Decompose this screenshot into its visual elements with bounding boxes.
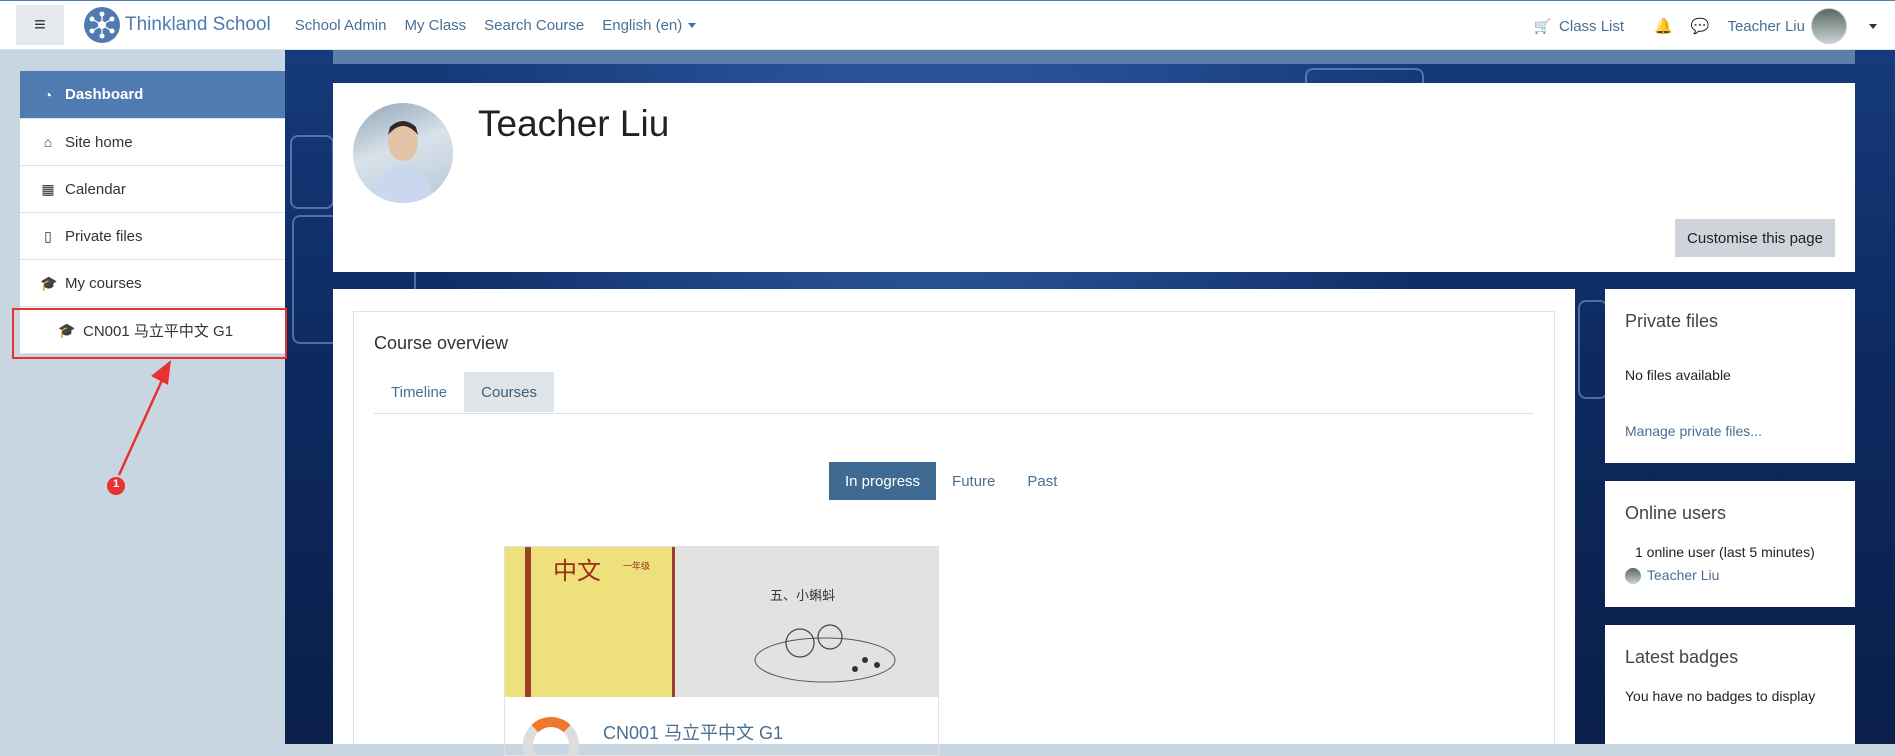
filter-past[interactable]: Past xyxy=(1011,462,1073,500)
site-logo-icon xyxy=(84,7,120,43)
course-image[interactable]: 中文 一年级 五、小蝌蚪 xyxy=(505,547,938,697)
user-menu-chevron-down-icon[interactable] xyxy=(1869,23,1877,29)
manage-private-files-link[interactable]: Manage private files... xyxy=(1625,423,1762,439)
user-menu-name[interactable]: Teacher Liu xyxy=(1727,18,1805,35)
user-avatar xyxy=(1625,568,1641,585)
book-cover-title: 中文 xyxy=(553,557,601,585)
drawer-item-private-files[interactable]: ▯ Private files xyxy=(20,213,285,260)
course-card[interactable]: 中文 一年级 五、小蝌蚪 CN001 马立平中文 G1 xyxy=(504,546,939,756)
drawer-item-calendar[interactable]: ▦ Calendar xyxy=(20,166,285,213)
chevron-down-icon xyxy=(688,23,697,29)
online-user-link[interactable]: Teacher Liu xyxy=(1625,567,1720,585)
class-list-label: Class List xyxy=(1559,17,1625,35)
profile-picture xyxy=(353,103,453,203)
nav-link-search-course[interactable]: Search Course xyxy=(484,17,584,34)
primary-navigation: School Admin My Class Search Course Engl… xyxy=(295,17,715,34)
site-name: Thinkland School xyxy=(125,14,271,35)
banner-strip xyxy=(333,50,1855,64)
drawer-item-label: Calendar xyxy=(65,180,126,198)
book-page-heading: 五、小蝌蚪 xyxy=(770,589,836,604)
online-users-summary: 1 online user (last 5 minutes) xyxy=(1635,544,1815,560)
block-title: Online users xyxy=(1625,503,1727,523)
overview-tabs: Timeline Courses xyxy=(374,372,1534,414)
user-avatar[interactable] xyxy=(1811,8,1847,44)
no-files-text: No files available xyxy=(1625,367,1731,383)
file-icon: ▯ xyxy=(44,227,52,244)
user-navigation: 🛒 Class List 🔔 💬 Teacher Liu xyxy=(1534,1,1895,51)
main-region: Course overview Timeline Courses In prog… xyxy=(333,289,1575,756)
nav-link-school-admin[interactable]: School Admin xyxy=(295,17,387,34)
menu-toggle-button[interactable]: ≡ xyxy=(16,5,64,45)
page-header-card: Teacher Liu Customise this page xyxy=(333,83,1855,272)
block-title: Course overview xyxy=(374,333,509,353)
block-title: Private files xyxy=(1625,311,1719,331)
tab-timeline[interactable]: Timeline xyxy=(374,372,464,412)
filter-in-progress[interactable]: In progress xyxy=(829,462,937,500)
messages-chat-icon[interactable]: 💬 xyxy=(1691,17,1710,35)
drawer-item-label: Site home xyxy=(65,133,133,151)
nav-link-my-class[interactable]: My Class xyxy=(405,17,467,34)
language-label: English (en) xyxy=(602,16,683,34)
top-navbar: ≡ Thinkland School School Admin My Class… xyxy=(0,0,1895,50)
annotation-highlight-box xyxy=(12,308,287,359)
drawer-item-site-home[interactable]: ⌂ Site home xyxy=(20,119,285,166)
annotation-marker-label: 1 xyxy=(112,478,120,490)
block-title: Latest badges xyxy=(1625,647,1739,667)
banner-decoration xyxy=(290,135,334,209)
tadpole-illustration xyxy=(754,624,896,683)
notifications-bell-icon[interactable]: 🔔 xyxy=(1654,17,1673,35)
book-cover-subtitle: 一年级 xyxy=(623,562,651,572)
cart-icon: 🛒 xyxy=(1533,17,1552,34)
drawer-item-dashboard[interactable]: ◔ Dashboard xyxy=(20,71,285,119)
drawer-item-label: Dashboard xyxy=(65,86,144,103)
online-user-name: Teacher Liu xyxy=(1647,567,1720,583)
dashboard-icon: ◔ xyxy=(43,86,53,103)
hamburger-icon: ≡ xyxy=(34,13,46,36)
tab-courses[interactable]: Courses xyxy=(464,372,554,412)
calendar-icon: ▦ xyxy=(41,180,55,197)
book-cover-image: 中文 一年级 xyxy=(505,547,675,697)
drawer-item-label: My courses xyxy=(65,274,142,292)
page-title: Teacher Liu xyxy=(478,103,670,144)
customise-page-button[interactable]: Customise this page xyxy=(1675,219,1835,257)
home-icon: ⌂ xyxy=(43,134,53,150)
course-progress-ring xyxy=(523,717,579,755)
course-status-filters: In progress Future Past xyxy=(829,462,1073,500)
book-spine xyxy=(525,547,531,697)
graduation-cap-icon: 🎓 xyxy=(40,274,58,291)
online-users-block: Online users 1 online user (last 5 minut… xyxy=(1605,481,1855,607)
site-brand[interactable]: Thinkland School xyxy=(84,7,271,43)
private-files-block: Private files No files available Manage … xyxy=(1605,289,1855,463)
drawer-item-my-courses[interactable]: 🎓 My courses xyxy=(20,260,285,307)
course-name-link[interactable]: CN001 马立平中文 G1 xyxy=(603,719,783,745)
class-list-link[interactable]: 🛒 Class List xyxy=(1534,18,1624,35)
course-overview-block: Course overview Timeline Courses In prog… xyxy=(353,311,1555,756)
latest-badges-block: Latest badges You have no badges to disp… xyxy=(1605,625,1855,744)
no-badges-text: You have no badges to display xyxy=(1625,688,1816,704)
drawer-item-label: Private files xyxy=(65,227,143,245)
nav-drawer: ◔ Dashboard ⌂ Site home ▦ Calendar ▯ Pri… xyxy=(0,50,285,744)
language-menu[interactable]: English (en) xyxy=(602,16,697,34)
filter-future[interactable]: Future xyxy=(936,462,1011,500)
banner-decoration xyxy=(1578,300,1608,399)
